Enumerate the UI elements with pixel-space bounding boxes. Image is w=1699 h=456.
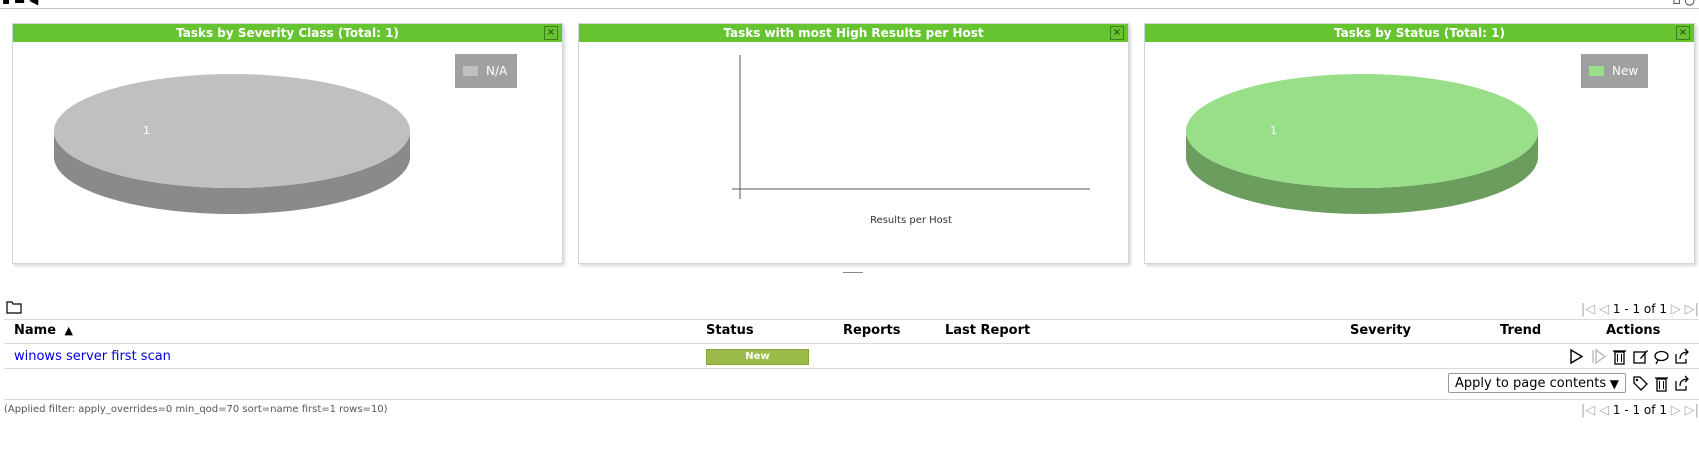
pie-slice-na — [54, 74, 410, 188]
export-icon[interactable] — [1674, 348, 1691, 365]
start-icon[interactable] — [1568, 348, 1585, 365]
sort-ascending-icon[interactable]: ▲ — [65, 324, 73, 337]
edit-icon[interactable] — [1632, 348, 1649, 365]
x-axis-label: Results per Host — [870, 215, 952, 226]
first-page-icon[interactable]: |◁ — [1581, 403, 1595, 418]
prev-page-icon[interactable]: ◁ — [1599, 302, 1609, 317]
row-divider — [4, 399, 1699, 400]
tag-icon[interactable] — [1632, 375, 1649, 392]
toolbar-right-icons[interactable]: ▫ ○ — [1673, 0, 1695, 6]
legend: N/A — [455, 54, 518, 88]
close-panel-button[interactable]: × — [544, 26, 558, 40]
column-header-name-label: Name — [14, 323, 57, 338]
last-page-icon[interactable]: ▷| — [1685, 403, 1699, 418]
next-page-icon[interactable]: ▷ — [1671, 302, 1681, 317]
pagination-text: 1 - 1 of 1 — [1612, 302, 1667, 316]
high-results-panel: Tasks with most High Results per Host × … — [578, 23, 1129, 264]
legend-label: New — [1612, 64, 1639, 78]
legend-swatch — [463, 66, 478, 76]
legend-swatch — [1589, 66, 1604, 76]
top-toolbar-strip — [0, 0, 1699, 9]
table-header-border — [4, 319, 1699, 320]
apply-to-select-value: Apply to page contents — [1455, 376, 1607, 391]
panel-title: Tasks by Status (Total: 1) × — [1145, 24, 1694, 42]
task-name-link[interactable]: winows server first scan — [14, 349, 171, 364]
close-panel-button[interactable]: × — [1110, 26, 1124, 40]
trash-icon[interactable] — [1611, 348, 1628, 365]
pagination-bottom: |◁ ◁ 1 - 1 of 1 ▷ ▷| — [1581, 401, 1699, 419]
panel-title: Tasks with most High Results per Host × — [579, 24, 1128, 42]
row-divider — [4, 368, 1699, 369]
applied-filter-text: (Applied filter: apply_overrides=0 min_q… — [4, 404, 388, 415]
column-header-last-report[interactable]: Last Report — [945, 323, 1030, 338]
close-panel-button[interactable]: × — [1676, 26, 1690, 40]
legend-label: N/A — [486, 64, 508, 78]
pagination-text: 1 - 1 of 1 — [1612, 403, 1667, 417]
pie-data-label: 1 — [143, 124, 150, 137]
chevron-down-icon: ▼ — [1609, 377, 1619, 391]
toolbar-icons[interactable]: ▪ ▬ ◀ — [2, 0, 38, 6]
status-badge: New — [706, 349, 809, 365]
resume-icon — [1590, 348, 1607, 365]
column-header-trend[interactable]: Trend — [1500, 323, 1541, 338]
severity-class-panel: Tasks by Severity Class (Total: 1) × 1 N… — [12, 23, 563, 264]
pagination-top: |◁ ◁ 1 - 1 of 1 ▷ ▷| — [1581, 300, 1699, 318]
panel-title-text: Tasks with most High Results per Host — [723, 26, 984, 40]
pie-slice-new — [1186, 74, 1538, 188]
prev-page-icon[interactable]: ◁ — [1599, 403, 1609, 418]
panel-title: Tasks by Severity Class (Total: 1) × — [13, 24, 562, 42]
bulk-export-icon[interactable] — [1674, 375, 1691, 392]
first-page-icon[interactable]: |◁ — [1581, 302, 1595, 317]
last-page-icon[interactable]: ▷| — [1685, 302, 1699, 317]
panel-title-text: Tasks by Status (Total: 1) — [1334, 26, 1505, 40]
column-header-status[interactable]: Status — [706, 323, 754, 338]
column-header-reports[interactable]: Reports — [843, 323, 900, 338]
next-page-icon[interactable]: ▷ — [1671, 403, 1681, 418]
column-header-actions: Actions — [1606, 323, 1661, 338]
column-header-severity[interactable]: Severity — [1350, 323, 1411, 338]
status-panel: Tasks by Status (Total: 1) × 1 New — [1144, 23, 1695, 264]
high-results-bar-chart: Results per Host — [732, 55, 1090, 226]
panel-title-text: Tasks by Severity Class (Total: 1) — [176, 26, 399, 40]
dashboard-resize-handle[interactable] — [843, 272, 863, 273]
pie-data-label: 1 — [1270, 124, 1277, 137]
folder-icon[interactable] — [6, 300, 22, 314]
row-divider — [4, 343, 1699, 344]
apply-to-select[interactable]: Apply to page contents ▼ — [1448, 373, 1626, 393]
bulk-trash-icon[interactable] — [1653, 375, 1670, 392]
column-header-name[interactable]: Name ▲ — [14, 323, 73, 338]
legend: New — [1581, 54, 1649, 88]
clone-icon[interactable] — [1653, 348, 1670, 365]
